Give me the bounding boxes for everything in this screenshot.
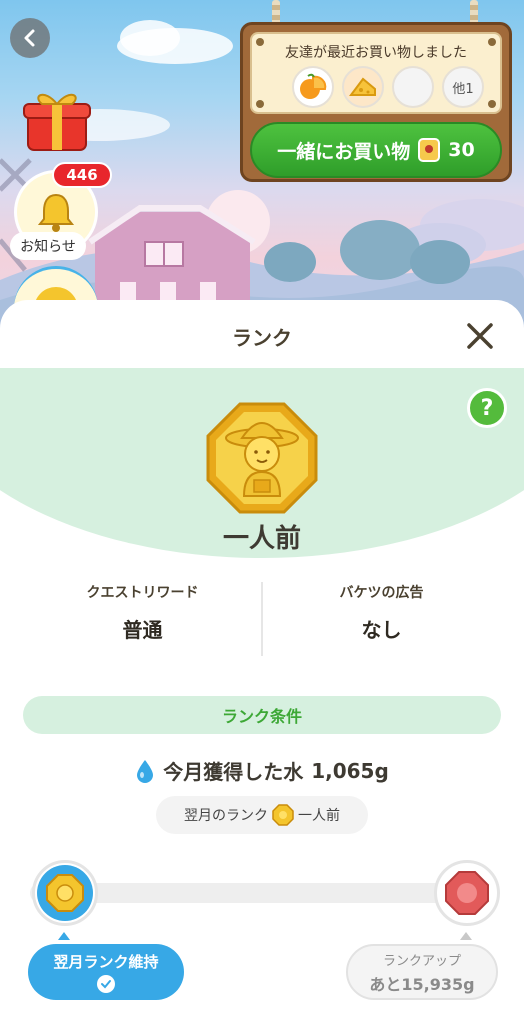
friend-avatar-list: 他1 (292, 66, 484, 108)
next-month-rank: 翌月のランク 一人前 (156, 796, 368, 834)
shop-together-label: 一緒にお買い物 (277, 140, 411, 163)
shop-together-button[interactable]: 一緒にお買い物 30 (250, 122, 502, 178)
orange-fruit-icon[interactable] (292, 66, 334, 108)
rank-up-remaining: あと15,935g (369, 974, 475, 994)
rank-medal-icon (46, 874, 84, 912)
notifications-label: お知らせ (10, 232, 86, 260)
rank-up-button[interactable]: ランクアップ あと15,935g (346, 944, 498, 1000)
shop-together-cost: 30 (448, 139, 475, 161)
current-rank-pointer (58, 932, 70, 940)
empty-friend-slot[interactable] (392, 66, 434, 108)
notification-count-badge: 446 (52, 162, 112, 188)
sheet-title: ランク (232, 326, 292, 350)
more-friends-count[interactable]: 他1 (442, 66, 484, 108)
water-label: 今月獲得した水 (163, 760, 304, 784)
rank-sheet: ランク ? 一人前 クエストリワード 普通 バケツの広告 なし ランク条件 今月… (0, 300, 524, 1024)
sheet-header: ランク (0, 300, 524, 368)
quest-reward-stat: クエストリワード 普通 (24, 582, 261, 656)
back-button[interactable] (10, 18, 50, 58)
rank-conditions-header: ランク条件 (23, 696, 501, 734)
keep-rank-button[interactable]: 翌月ランク維持 (28, 944, 184, 1000)
stat-value: 普通 (122, 618, 163, 642)
current-rank-node (32, 860, 98, 926)
check-icon (97, 975, 115, 993)
rank-name: 一人前 (222, 524, 301, 554)
stat-label: クエストリワード (86, 585, 199, 601)
rank-medal-icon (204, 400, 320, 516)
chevron-left-icon (24, 29, 35, 47)
bucket-ad-stat: バケツの広告 なし (263, 582, 500, 656)
stat-value: なし (361, 618, 402, 642)
ticket-icon (418, 138, 441, 162)
gift-box-icon[interactable] (22, 86, 92, 152)
next-rank-medal-icon (445, 871, 489, 915)
stat-label: バケツの広告 (339, 585, 424, 601)
friends-shopping-board: 友達が最近お買い物しました 他1 一緒にお買い物 30 (240, 22, 512, 182)
next-month-rank-label: 翌月のランク (184, 808, 268, 824)
next-rank-node (434, 860, 500, 926)
next-month-rank-name: 一人前 (298, 808, 340, 824)
water-value: 1,065g (311, 758, 389, 783)
rank-progress-track (30, 883, 494, 903)
cheese-icon[interactable] (342, 66, 384, 108)
water-drop-icon (137, 759, 154, 783)
close-icon (467, 323, 493, 349)
close-button[interactable] (464, 320, 496, 352)
rank-stats: クエストリワード 普通 バケツの広告 なし (24, 582, 500, 656)
board-title: 友達が最近お買い物しました (285, 45, 467, 61)
rank-medal-icon (272, 804, 294, 826)
next-rank-pointer (460, 932, 472, 940)
help-button[interactable]: ? (467, 388, 507, 428)
monthly-water: 今月獲得した水 1,065g (0, 756, 524, 785)
keep-rank-label: 翌月ランク維持 (53, 953, 159, 971)
rank-up-label: ランクアップ (382, 953, 461, 969)
